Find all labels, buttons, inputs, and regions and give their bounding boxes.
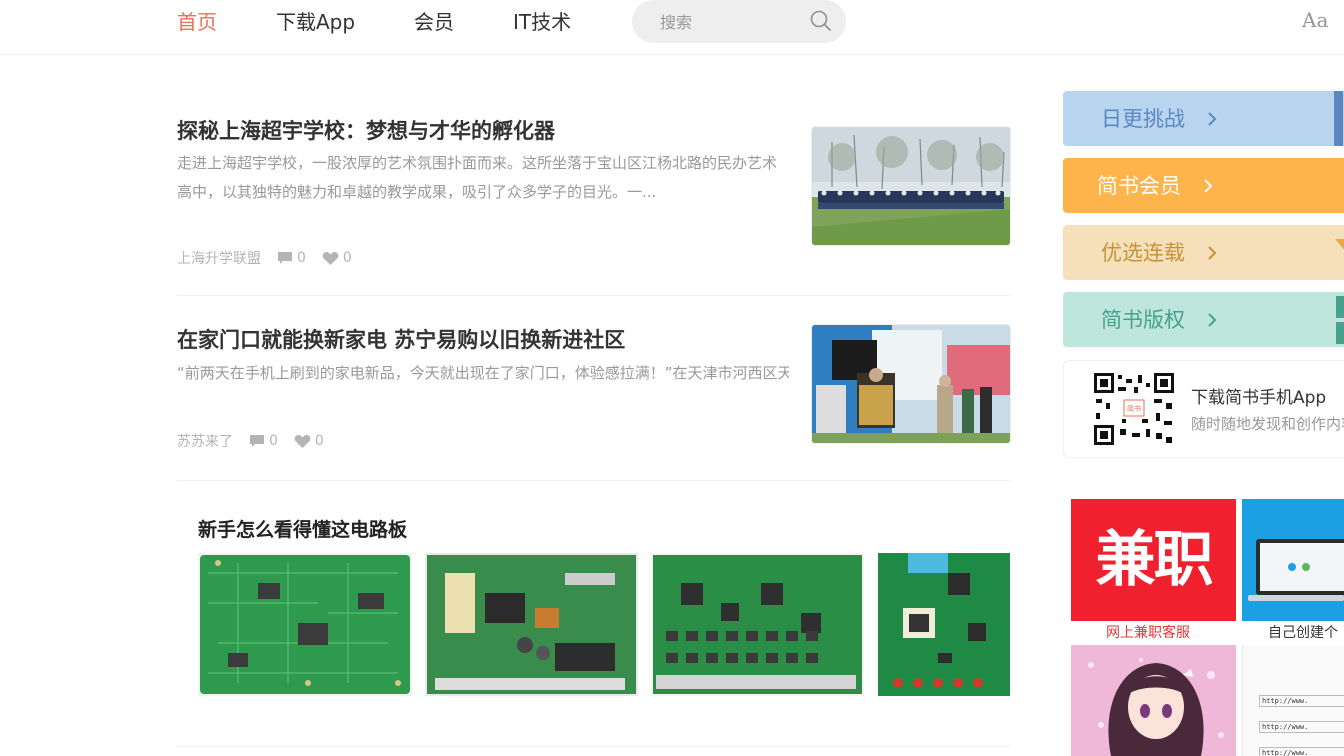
nav-download-app[interactable]: 下载App	[276, 6, 355, 35]
banner-decor	[1336, 296, 1344, 318]
like-count-value: 0	[342, 250, 352, 266]
community-event-photo-icon	[812, 325, 1010, 443]
chevron-right-icon	[1208, 313, 1217, 327]
search-icon	[810, 10, 831, 31]
ad-url-field: http://www.	[1259, 695, 1344, 707]
divider	[177, 746, 1010, 747]
membership-banner[interactable]: 简书会员	[1063, 158, 1344, 213]
banner-label: 日更挑战	[1101, 107, 1185, 131]
chevron-right-icon	[1208, 246, 1217, 260]
comment-count[interactable]: 0	[277, 250, 306, 266]
like-count-value: 0	[314, 433, 324, 449]
article-author[interactable]: 上海升学联盟	[177, 248, 261, 268]
ad-create-site[interactable]	[1242, 499, 1344, 621]
article-item: 在家门口就能换新家电 苏宁易购以旧换新进社区 “前两天在手机上刷到的家电新品，今…	[177, 296, 1011, 481]
top-navbar: 首页 下载App 会员 IT技术 Aa	[0, 0, 1344, 55]
banner-label: 简书会员	[1097, 174, 1181, 198]
chevron-right-icon	[1208, 112, 1217, 126]
chevron-right-icon	[1204, 179, 1213, 193]
circuit-board-photo-1-icon	[198, 553, 412, 696]
comment-count-value: 0	[297, 250, 306, 266]
article-author[interactable]: 苏苏来了	[177, 431, 233, 451]
banner-decor	[1336, 322, 1344, 344]
article-abstract: “前两天在手机上刷到的家电新品，今天就出现在了家门口，体验感拉满！”在天津市河西…	[177, 359, 789, 417]
article-thumbnail[interactable]	[811, 324, 1011, 444]
daily-challenge-banner[interactable]: 日更挑战	[1063, 91, 1344, 146]
nav-home[interactable]: 首页	[177, 6, 217, 35]
ad-url-field: http://www.	[1259, 721, 1344, 733]
font-size-toggle[interactable]: Aa	[1302, 8, 1328, 32]
comment-count-value: 0	[269, 433, 278, 449]
download-app-title: 下载简书手机App	[1191, 388, 1327, 408]
circuit-board-photo-2[interactable]	[425, 553, 638, 696]
article-title[interactable]: 探秘上海超宇学校：梦想与才华的孵化器	[177, 115, 555, 145]
qr-logo-label: 简书	[1127, 404, 1141, 413]
article-thumbnail[interactable]	[811, 126, 1011, 246]
comment-icon	[250, 435, 264, 447]
search-box	[632, 0, 846, 43]
like-count: 0	[322, 250, 352, 266]
banner-label: 优选连载	[1101, 241, 1185, 265]
collection-title[interactable]: 新手怎么看得懂这电路板	[198, 515, 407, 542]
circuit-board-photo-3[interactable]	[651, 553, 864, 696]
ad-caption[interactable]: 自己创建个	[1268, 622, 1338, 642]
circuit-board-photo-1[interactable]	[198, 553, 412, 696]
qr-code-icon: 简书	[1094, 373, 1174, 445]
ad-url-field: http://www.	[1259, 747, 1344, 756]
heart-icon	[294, 434, 311, 448]
article-meta: 上海升学联盟 0 0	[177, 248, 368, 268]
ad-domain[interactable]: http://www. http://www. http://www.	[1242, 645, 1344, 756]
laptop-icon	[1242, 499, 1344, 621]
banner-decor	[1334, 91, 1343, 146]
like-count: 0	[294, 433, 324, 449]
comment-icon	[278, 252, 292, 264]
ad-text: 兼职	[1095, 525, 1214, 595]
ad-anime[interactable]	[1071, 645, 1236, 756]
circuit-board-photo-4[interactable]	[878, 553, 1010, 696]
article-meta: 苏苏来了 0 0	[177, 431, 340, 451]
circuit-board-photo-4-icon	[878, 553, 1010, 696]
banner-label: 简书版权	[1101, 308, 1185, 332]
heart-icon	[322, 251, 339, 265]
search-input[interactable]	[658, 10, 802, 34]
diamond-icon	[1335, 239, 1344, 250]
featured-series-banner[interactable]: 优选连载	[1063, 225, 1344, 280]
students-assembly-photo-icon	[812, 127, 1010, 245]
circuit-board-photo-2-icon	[425, 553, 638, 696]
download-app-card[interactable]: 简书 下载简书手机App 随时随地发现和创作内容	[1063, 360, 1344, 458]
nav-it-tech[interactable]: IT技术	[513, 6, 571, 35]
circuit-board-photo-3-icon	[651, 553, 864, 696]
download-app-subtitle: 随时随地发现和创作内容	[1191, 415, 1344, 433]
article-abstract-text: “前两天在手机上刷到的家电新品，今天就出现在了家门口，体验感拉满！”在天津市河西…	[177, 364, 789, 382]
article-title[interactable]: 在家门口就能换新家电 苏宁易购以旧换新进社区	[177, 324, 625, 354]
copyright-banner[interactable]: 简书版权	[1063, 292, 1344, 347]
ad-part-time-job[interactable]: 兼职	[1071, 499, 1236, 621]
article-abstract: 走进上海超宇学校，一股浓厚的艺术氛围扑面而来。这所坐落于宝山区江杨北路的民办艺术…	[177, 154, 778, 201]
nav-membership[interactable]: 会员	[414, 6, 454, 35]
ad-caption[interactable]: 网上兼职客服	[1106, 622, 1190, 642]
search-button[interactable]	[808, 8, 834, 34]
anime-girl-illustration-icon	[1071, 645, 1236, 756]
comment-count[interactable]: 0	[249, 433, 278, 449]
article-item: 探秘上海超宇学校：梦想与才华的孵化器 走进上海超宇学校，一股浓厚的艺术氛围扑面而…	[177, 105, 1011, 296]
